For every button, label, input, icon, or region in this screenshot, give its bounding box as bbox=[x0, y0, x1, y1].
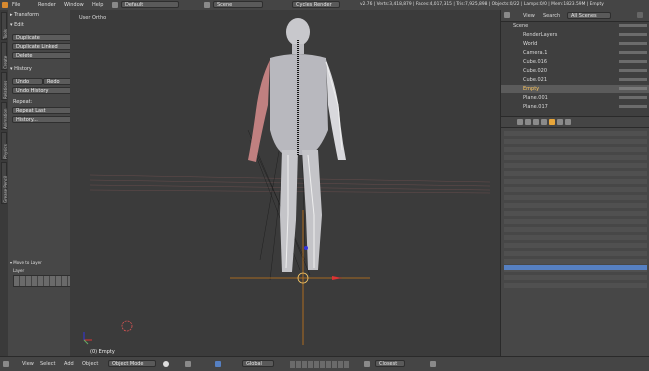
layers-tab-icon[interactable] bbox=[525, 119, 531, 125]
render-tab-icon[interactable] bbox=[517, 119, 523, 125]
outliner-menu-search[interactable]: Search bbox=[543, 13, 560, 19]
tab-relations[interactable]: Relations bbox=[1, 72, 8, 100]
menu-file[interactable]: File bbox=[12, 2, 20, 8]
viewport-header-bar: View Select Add Object Object Mode Globa… bbox=[0, 356, 649, 371]
tab-grease-pencil[interactable]: Grease Pencil bbox=[1, 162, 8, 204]
blender-editor-icon[interactable] bbox=[2, 2, 8, 8]
snap-icon[interactable] bbox=[364, 361, 370, 367]
layer-grid[interactable] bbox=[13, 275, 71, 287]
tab-physics[interactable]: Physics bbox=[1, 132, 8, 160]
tab-create[interactable]: Create bbox=[1, 42, 8, 70]
active-object-label: (0) Empty bbox=[90, 349, 115, 355]
outliner-search-icon[interactable] bbox=[637, 12, 643, 18]
menu-help[interactable]: Help bbox=[92, 2, 103, 8]
x-arrow-icon[interactable] bbox=[332, 276, 342, 280]
repeat-last-button[interactable]: Repeat Last bbox=[12, 107, 74, 114]
duplicate-button[interactable]: Duplicate bbox=[12, 34, 74, 41]
snap-target-dropdown[interactable]: Closest bbox=[375, 360, 405, 367]
scene-tab-icon[interactable] bbox=[533, 119, 539, 125]
screen-layout-dropdown[interactable]: Default bbox=[121, 1, 179, 8]
menu-view[interactable]: View bbox=[22, 361, 34, 367]
transform-panel-header[interactable]: ▸ Transform bbox=[10, 12, 39, 18]
mode-dropdown[interactable]: Object Mode bbox=[108, 360, 156, 367]
tab-tools[interactable]: Tools bbox=[1, 12, 8, 40]
3d-viewport[interactable]: User Ortho (0) Empty bbox=[70, 10, 500, 356]
constraints-tab-icon[interactable] bbox=[557, 119, 563, 125]
scene-canvas bbox=[83, 18, 491, 345]
tool-shelf: ▸ Transform ▾ Edit Duplicate Duplicate L… bbox=[8, 10, 74, 356]
orientation-dropdown[interactable]: Global bbox=[242, 360, 274, 367]
layer-label: Layer bbox=[13, 268, 25, 273]
menu-render[interactable]: Render bbox=[38, 2, 56, 8]
move-to-layer-header[interactable]: ▾ Move to Layer bbox=[10, 260, 42, 265]
physics-tab-icon[interactable] bbox=[565, 119, 571, 125]
visibility-icons-column[interactable] bbox=[619, 22, 647, 114]
outliner-editor-icon[interactable] bbox=[504, 12, 510, 18]
menu-object[interactable]: Object bbox=[82, 361, 98, 367]
history-panel-header[interactable]: ▾ History bbox=[10, 66, 32, 72]
world-tab-icon[interactable] bbox=[541, 119, 547, 125]
scene-dropdown[interactable]: Scene bbox=[213, 1, 263, 8]
menu-window[interactable]: Window bbox=[64, 2, 84, 8]
outliner-menu-view[interactable]: View bbox=[523, 13, 535, 19]
outliner-filter-dropdown[interactable]: All Scenes bbox=[567, 12, 611, 19]
outliner-header: View Search All Scenes bbox=[501, 10, 649, 22]
delete-button[interactable]: Delete bbox=[12, 52, 74, 59]
screen-layout-icon[interactable] bbox=[112, 2, 118, 8]
z-handle-icon[interactable] bbox=[304, 246, 308, 250]
tab-animation[interactable]: Animation bbox=[1, 102, 8, 130]
repeat-label: Repeat: bbox=[13, 99, 33, 105]
menu-select[interactable]: Select bbox=[40, 361, 55, 367]
scene-icon[interactable] bbox=[204, 2, 210, 8]
manipulator-icon[interactable] bbox=[215, 361, 221, 367]
3d-cursor-icon[interactable] bbox=[121, 320, 133, 332]
viewport-editor-icon[interactable] bbox=[3, 361, 9, 367]
outliner: View Search All Scenes Scene RenderLayer… bbox=[500, 10, 649, 116]
edit-panel-header[interactable]: ▾ Edit bbox=[10, 22, 24, 28]
shading-icon[interactable] bbox=[163, 361, 169, 367]
properties-editor bbox=[500, 116, 649, 357]
duplicate-linked-button[interactable]: Duplicate Linked bbox=[12, 43, 74, 50]
menu-add[interactable]: Add bbox=[64, 361, 74, 367]
history-button[interactable]: History... bbox=[12, 116, 74, 123]
properties-accent-bar[interactable] bbox=[504, 265, 647, 270]
pivot-icon[interactable] bbox=[185, 361, 191, 367]
object-tab-icon[interactable] bbox=[549, 119, 555, 125]
render-preview-icon[interactable] bbox=[430, 361, 436, 367]
info-stats: v2.76 | Verts:3,418,879 | Faces:4,017,31… bbox=[360, 2, 604, 7]
undo-button[interactable]: Undo bbox=[12, 78, 43, 85]
layer-buttons[interactable] bbox=[290, 361, 350, 368]
undo-history-button[interactable]: Undo History bbox=[12, 87, 74, 94]
orientation-axis-icon bbox=[83, 332, 92, 345]
render-engine-dropdown[interactable]: Cycles Render bbox=[292, 1, 340, 8]
properties-tab-bar bbox=[501, 117, 649, 128]
